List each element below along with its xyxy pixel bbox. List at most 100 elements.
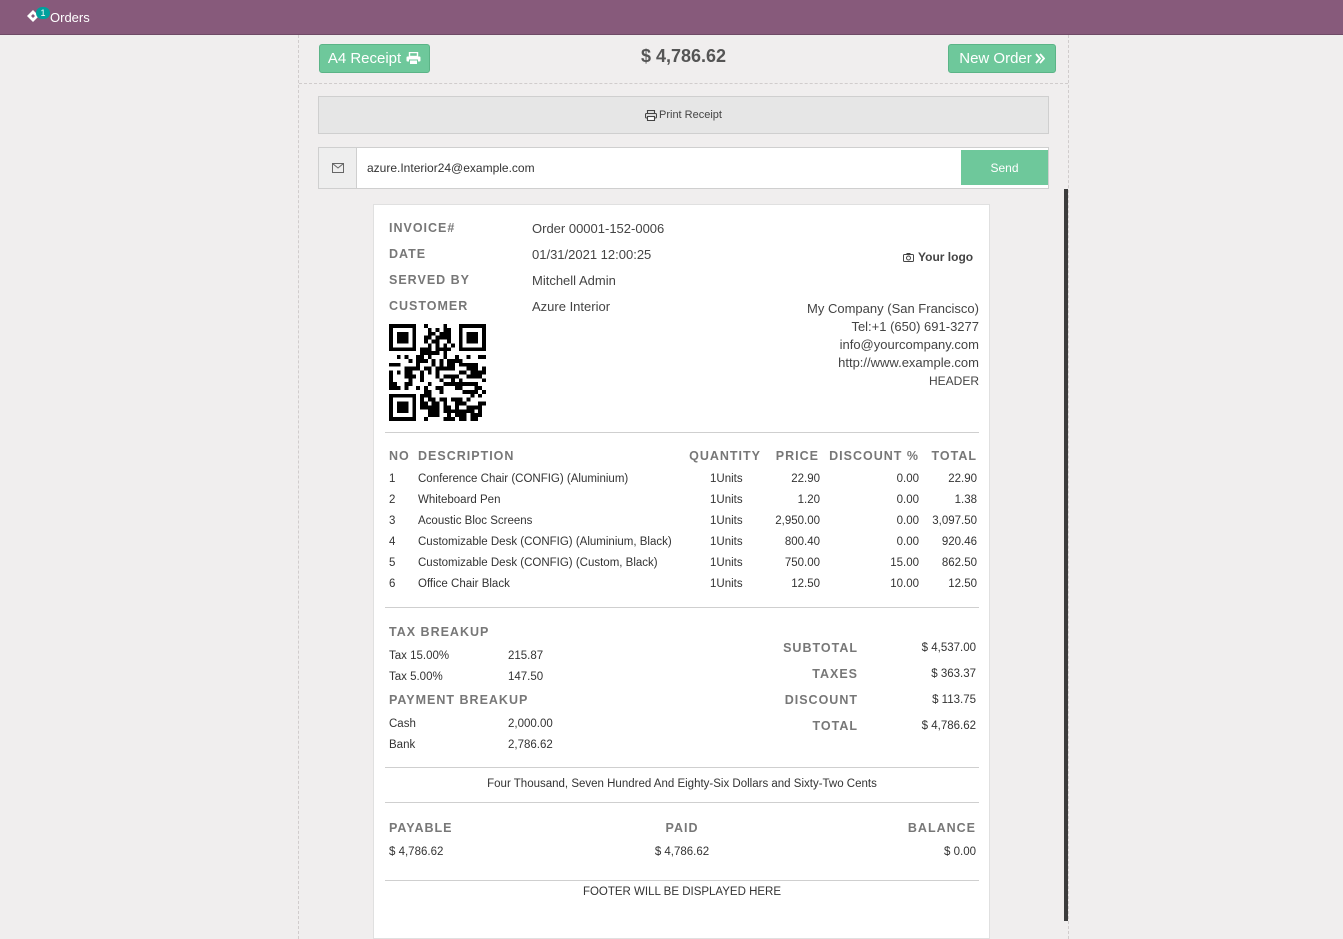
taxes-label: TAXES xyxy=(812,667,858,681)
payment-value: 2,000.00 xyxy=(508,718,553,730)
table-row: 4 Customizable Desk (CONFIG) (Aluminium,… xyxy=(389,536,979,557)
date-label: DATE xyxy=(389,247,427,261)
invoice-number: Order 00001-152-0006 xyxy=(532,221,665,236)
line-price: 1.20 xyxy=(797,494,820,506)
payment-value: 2,786.62 xyxy=(508,739,553,751)
col-no: NO xyxy=(389,449,410,463)
col-quantity: QUANTITY xyxy=(689,449,761,463)
line-no: 3 xyxy=(389,515,396,527)
logo-text: Your logo xyxy=(918,250,974,264)
tax-label: Tax 5.00% xyxy=(389,671,443,683)
line-no: 6 xyxy=(389,578,396,590)
line-description: Customizable Desk (CONFIG) (Aluminium, B… xyxy=(418,536,672,548)
paid-value: $ 4,786.62 xyxy=(654,846,710,858)
envelope-icon xyxy=(331,163,344,173)
email-input[interactable] xyxy=(367,148,947,188)
send-label: Send xyxy=(990,160,1019,175)
orders-button[interactable]: 1 Orders xyxy=(26,6,90,28)
line-discount: 0.00 xyxy=(896,473,919,485)
line-no: 4 xyxy=(389,536,396,548)
discount-label: DISCOUNT xyxy=(784,693,858,707)
line-total: 22.90 xyxy=(948,473,977,485)
table-row: 5 Customizable Desk (CONFIG) (Custom, Bl… xyxy=(389,557,979,578)
receipt-footer: FOOTER WILL BE DISPLAYED HERE xyxy=(582,886,782,898)
new-order-label: New Order xyxy=(959,50,1032,67)
line-total: 1.38 xyxy=(954,494,977,506)
line-quantity: 1Units xyxy=(710,515,743,527)
line-discount: 10.00 xyxy=(890,578,919,590)
receipt-top-row: A4 Receipt $ 4,786.62 New Order xyxy=(299,35,1068,84)
line-discount: 15.00 xyxy=(890,557,919,569)
top-bar: 1 Orders xyxy=(0,0,1343,35)
new-order-button[interactable]: New Order xyxy=(948,44,1056,73)
company-name: My Company (San Francisco) xyxy=(807,301,979,316)
company-logo: Your logo xyxy=(903,250,973,264)
company-phone: Tel:+1 (650) 691-3277 xyxy=(851,319,979,334)
divider xyxy=(385,880,979,881)
balance-label: BALANCE xyxy=(907,821,976,835)
paid-label: PAID xyxy=(665,821,699,835)
tax-breakup-title: TAX BREAKUP xyxy=(389,625,490,639)
table-row: 1 Conference Chair (CONFIG) (Aluminium) … xyxy=(389,473,979,494)
receipt-screen: A4 Receipt $ 4,786.62 New Order Print Re… xyxy=(298,35,1069,939)
order-lines: 1 Conference Chair (CONFIG) (Aluminium) … xyxy=(389,473,979,599)
divider xyxy=(385,432,979,433)
line-quantity: 1Units xyxy=(710,494,743,506)
served-by-label: SERVED BY xyxy=(389,273,471,287)
company-website: http://www.example.com xyxy=(838,355,979,370)
line-price: 2,950.00 xyxy=(775,515,820,527)
receipt-header: HEADER xyxy=(928,374,979,388)
col-description: DESCRIPTION xyxy=(418,449,515,463)
col-total: TOTAL xyxy=(931,449,977,463)
balance-value: $ 0.00 xyxy=(944,846,976,858)
customer-name: Azure Interior xyxy=(532,299,611,314)
line-no: 1 xyxy=(389,473,396,485)
line-total: 12.50 xyxy=(948,578,977,590)
line-description: Whiteboard Pen xyxy=(418,494,501,506)
line-discount: 0.00 xyxy=(896,494,919,506)
company-email: info@yourcompany.com xyxy=(839,337,979,352)
payable-value: $ 4,786.62 xyxy=(389,846,444,858)
table-row: 6 Office Chair Black 1Units 12.50 10.00 … xyxy=(389,578,979,599)
line-description: Conference Chair (CONFIG) (Aluminium) xyxy=(418,473,629,485)
line-price: 12.50 xyxy=(791,578,820,590)
divider xyxy=(385,767,979,768)
line-description: Office Chair Black xyxy=(418,578,510,590)
line-total: 920.46 xyxy=(941,536,977,548)
print-receipt-button[interactable]: Print Receipt xyxy=(318,96,1049,134)
line-quantity: 1Units xyxy=(710,473,743,485)
invoice-label: INVOICE# xyxy=(389,221,456,235)
divider xyxy=(385,607,979,608)
line-quantity: 1Units xyxy=(710,557,743,569)
line-description: Customizable Desk (CONFIG) (Custom, Blac… xyxy=(418,557,658,569)
line-quantity: 1Units xyxy=(710,536,743,548)
send-email-button[interactable]: Send xyxy=(961,150,1048,185)
line-quantity: 1Units xyxy=(710,578,743,590)
line-price: 800.40 xyxy=(784,536,820,548)
line-description: Acoustic Bloc Screens xyxy=(418,515,533,527)
orders-count-badge: 1 xyxy=(36,7,50,19)
line-total: 862.50 xyxy=(941,557,977,569)
tax-value: 147.50 xyxy=(508,671,544,683)
line-no: 2 xyxy=(389,494,396,506)
camera-icon xyxy=(903,252,914,262)
line-price: 22.90 xyxy=(791,473,820,485)
tax-label: Tax 15.00% xyxy=(389,650,450,662)
payable-label: PAYABLE xyxy=(389,821,453,835)
line-price: 750.00 xyxy=(784,557,820,569)
scrollbar[interactable] xyxy=(1064,189,1068,921)
orders-label: Orders xyxy=(50,9,90,25)
company-info: My Company (San Francisco) Tel:+1 (650) … xyxy=(807,300,979,390)
table-row: 2 Whiteboard Pen 1Units 1.20 0.00 1.38 xyxy=(389,494,979,515)
line-total: 3,097.50 xyxy=(932,515,977,527)
payment-label: Cash xyxy=(389,718,416,730)
tax-value: 215.87 xyxy=(508,650,544,662)
email-receipt-form: Send xyxy=(318,147,1049,189)
amount-in-words: Four Thousand, Seven Hundred And Eighty-… xyxy=(487,778,877,790)
line-discount: 0.00 xyxy=(896,536,919,548)
total-value: $ 4,786.62 xyxy=(921,720,976,732)
customer-label: CUSTOMER xyxy=(389,299,469,313)
total-label: TOTAL xyxy=(812,719,858,733)
line-no: 5 xyxy=(389,557,396,569)
table-row: 3 Acoustic Bloc Screens 1Units 2,950.00 … xyxy=(389,515,979,536)
